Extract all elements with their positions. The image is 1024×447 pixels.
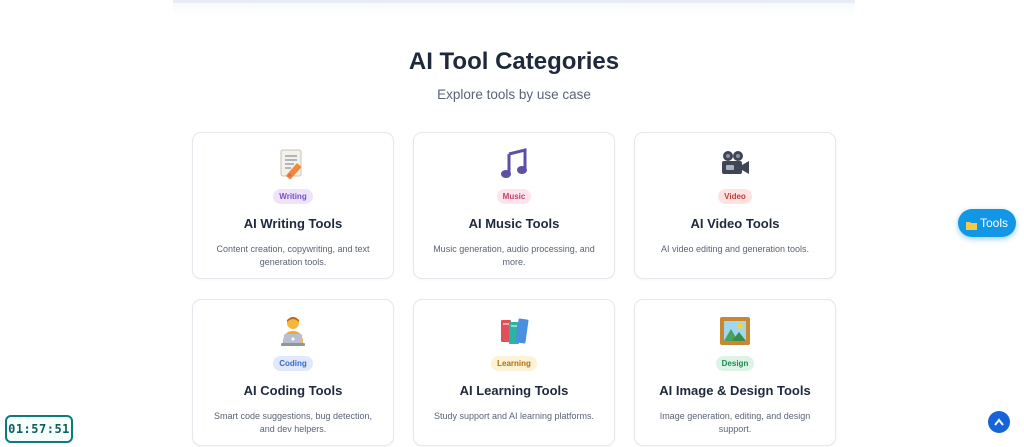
memo-pencil-icon	[276, 147, 310, 181]
category-badge: Video	[718, 189, 752, 204]
category-description: Smart code suggestions, bug detection, a…	[213, 411, 373, 434]
section-subtitle: Explore tools by use case	[437, 87, 591, 102]
category-badge: Writing	[273, 189, 313, 204]
folder-icon	[965, 219, 977, 230]
category-card-coding[interactable]: Coding AI Coding Tools Smart code sugges…	[192, 299, 394, 446]
top-fade	[173, 3, 855, 17]
category-card-design[interactable]: Design AI Image & Design Tools Image gen…	[634, 299, 836, 446]
books-icon	[497, 314, 531, 348]
tools-floating-button[interactable]: Tools	[958, 209, 1016, 237]
arrow-up-icon	[994, 413, 1004, 431]
clock-display: 01:57:51	[5, 415, 73, 443]
category-grid: Writing AI Writing Tools Content creatio…	[192, 132, 836, 446]
category-title: AI Learning Tools	[459, 383, 569, 398]
category-badge: Learning	[491, 356, 537, 371]
category-title: AI Video Tools	[690, 216, 780, 231]
category-badge: Coding	[273, 356, 313, 371]
category-description: Study support and AI learning platforms.	[433, 411, 595, 421]
tools-button-label: Tools	[979, 216, 1008, 230]
technologist-icon	[276, 314, 310, 348]
category-title: AI Music Tools	[468, 216, 560, 231]
framed-picture-icon	[718, 314, 752, 348]
category-card-learning[interactable]: Learning AI Learning Tools Study support…	[413, 299, 615, 446]
category-card-music[interactable]: Music AI Music Tools Music generation, a…	[413, 132, 615, 279]
category-badge: Music	[496, 189, 532, 204]
category-card-video[interactable]: Video AI Video Tools AI video editing an…	[634, 132, 836, 279]
category-badge: Design	[715, 356, 755, 371]
category-title: AI Coding Tools	[243, 383, 343, 398]
movie-camera-icon	[718, 147, 752, 181]
category-description: Music generation, audio processing, and …	[433, 244, 595, 267]
category-description: AI video editing and generation tools.	[660, 244, 810, 254]
category-title: AI Image & Design Tools	[659, 383, 811, 398]
category-card-writing[interactable]: Writing AI Writing Tools Content creatio…	[192, 132, 394, 279]
section-title: AI Tool Categories	[408, 48, 620, 75]
category-title: AI Writing Tools	[243, 216, 343, 231]
scroll-to-top-button[interactable]	[988, 411, 1010, 433]
music-note-icon	[497, 147, 531, 181]
category-description: Content creation, copywriting, and text …	[216, 244, 370, 267]
category-description: Image generation, editing, and design su…	[659, 411, 811, 434]
